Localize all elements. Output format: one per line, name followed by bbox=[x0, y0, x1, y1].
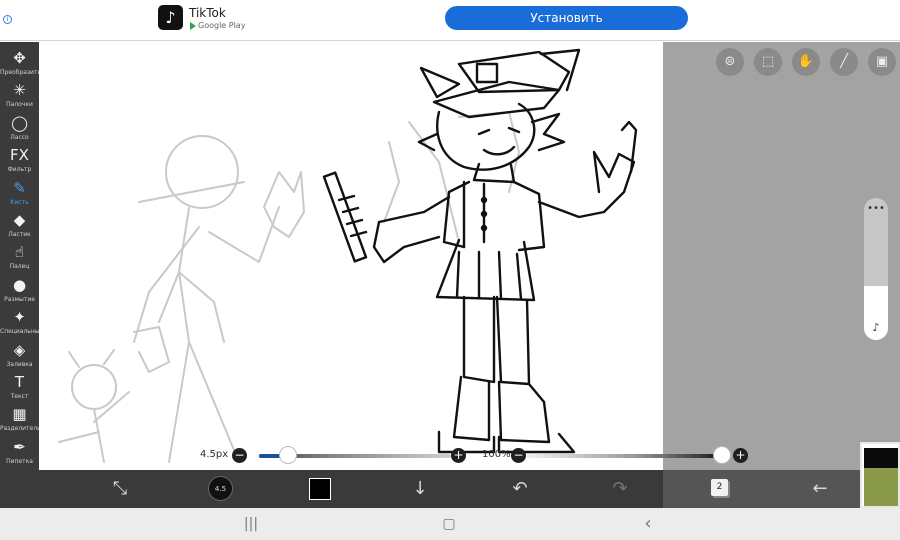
tool-lasso[interactable]: ◯ Лассо bbox=[0, 113, 39, 145]
tiktok-logo-icon[interactable]: ♪ bbox=[158, 5, 183, 30]
home-icon[interactable]: ▢ bbox=[439, 514, 459, 534]
opacity-plus-button[interactable]: + bbox=[733, 448, 748, 463]
blur-drop-icon: ● bbox=[12, 275, 27, 294]
tool-label: Текст bbox=[10, 393, 29, 400]
back-icon[interactable]: ‹ bbox=[638, 514, 658, 534]
system-nav-bar: ||| ▢ ‹ bbox=[0, 508, 900, 540]
tool-divider[interactable]: ▦ Разделитель bbox=[0, 404, 41, 436]
bucket-icon: ◈ bbox=[13, 340, 26, 359]
sketch-layer bbox=[58, 111, 520, 463]
color-swatch[interactable] bbox=[309, 478, 331, 500]
selection-icon[interactable]: ⬚ bbox=[754, 48, 782, 76]
divider-icon: ▦ bbox=[12, 405, 27, 424]
tool-sidebar: ✥ Преобразить ✳ Палочки ◯ Лассо FX Фильтр ✎ Кисть… bbox=[0, 42, 44, 508]
install-button[interactable]: Установить bbox=[445, 6, 688, 30]
tool-label: Пипетка bbox=[6, 457, 33, 465]
tool-magic-wand[interactable]: ✳ Палочки bbox=[0, 80, 39, 112]
tool-label: Преобразить bbox=[0, 69, 41, 76]
move-icon: ✥ bbox=[13, 49, 26, 67]
tool-label: Разделитель bbox=[0, 425, 41, 433]
tool-label: Специальный bbox=[0, 328, 44, 336]
drawing-app: ✥ Преобразить ✳ Палочки ◯ Лассо FX Фильтр ✎ Кисть… bbox=[0, 42, 900, 508]
thumbnail-dark-area bbox=[864, 448, 898, 468]
tool-label: Фильтр bbox=[7, 166, 32, 174]
tool-move[interactable]: ✥ Преобразить bbox=[0, 48, 41, 80]
tool-brush[interactable]: ✎ Кисть bbox=[0, 178, 39, 210]
image-icon[interactable]: ▣ bbox=[868, 48, 896, 76]
tool-label: Лассо bbox=[10, 133, 29, 141]
expand-icon[interactable]: ⤡ bbox=[106, 475, 134, 503]
tool-fx[interactable]: FX Фильтр bbox=[0, 145, 39, 177]
eyedropper-icon: ✒ bbox=[13, 437, 26, 456]
bottom-toolbar: ⤡ 4.5 ↓ ↶ ↷ 2 ← bbox=[0, 470, 900, 508]
eraser-icon: ◆ bbox=[13, 211, 26, 229]
brush-preview-button[interactable]: 4.5 bbox=[208, 476, 233, 501]
fx-icon: FX bbox=[10, 146, 29, 165]
special-icon: ✦ bbox=[13, 308, 26, 327]
opacity-slider-track[interactable] bbox=[526, 454, 722, 458]
tool-label: Кисть bbox=[10, 198, 29, 206]
tool-label: Заливка bbox=[6, 360, 33, 368]
layer-thumbnail[interactable] bbox=[860, 442, 900, 508]
ruler-icon[interactable]: ╱ bbox=[830, 48, 858, 76]
tool-eyedropper[interactable]: ✒ Пипетка bbox=[0, 437, 39, 469]
lasso-icon: ◯ bbox=[11, 113, 28, 132]
hand-icon[interactable]: ✋ bbox=[792, 48, 820, 76]
text-icon: T bbox=[14, 373, 25, 391]
side-zoom-slider[interactable]: ••• ♪ bbox=[864, 198, 888, 340]
tool-label: Палец bbox=[9, 263, 30, 271]
ad-app-name: TikTok bbox=[189, 6, 226, 20]
opacity-slider-thumb[interactable] bbox=[713, 446, 731, 464]
opacity-value: 100% bbox=[482, 449, 511, 460]
tool-blur-drop[interactable]: ● Размытие bbox=[0, 275, 39, 307]
info-icon[interactable]: i bbox=[3, 15, 12, 24]
size-plus-button[interactable]: + bbox=[451, 448, 466, 463]
redo-icon[interactable]: ↷ bbox=[606, 475, 634, 503]
brush-icon: ✎ bbox=[13, 178, 26, 197]
finger-icon: ☝ bbox=[14, 243, 25, 262]
tool-bucket[interactable]: ◈ Заливка bbox=[0, 340, 39, 372]
more-dots-icon[interactable]: ••• bbox=[864, 204, 888, 214]
ink-layer bbox=[322, 48, 638, 454]
size-minus-button[interactable]: − bbox=[232, 448, 247, 463]
artwork bbox=[58, 48, 638, 463]
undo-icon[interactable]: ↶ bbox=[506, 475, 534, 503]
tool-label: Палочки bbox=[6, 101, 33, 109]
tool-label: Ластик bbox=[8, 231, 31, 238]
thumbnail-green-area bbox=[864, 468, 898, 506]
tool-label: Размытие bbox=[4, 295, 35, 303]
ad-store-text: Google Play bbox=[198, 21, 246, 30]
size-slider-thumb[interactable] bbox=[278, 446, 297, 464]
ad-store-label: Google Play bbox=[190, 21, 245, 30]
ad-banner[interactable]: i ♪ TikTok Google Play Установить bbox=[0, 0, 900, 41]
arrow-left-icon[interactable]: ← bbox=[806, 475, 834, 503]
arrow-down-icon[interactable]: ↓ bbox=[406, 475, 434, 503]
magic-wand-icon: ✳ bbox=[13, 81, 26, 100]
toggle-icon[interactable]: ⊜ bbox=[716, 48, 744, 76]
tool-special[interactable]: ✦ Специальный bbox=[0, 307, 44, 339]
tool-finger[interactable]: ☝ Палец bbox=[0, 242, 39, 274]
tool-text[interactable]: T Текст bbox=[0, 372, 39, 404]
recent-apps-icon[interactable]: ||| bbox=[241, 514, 261, 534]
drawing-canvas[interactable] bbox=[39, 42, 663, 470]
layers-button[interactable]: 2 bbox=[711, 479, 728, 496]
opacity-minus-button[interactable]: − bbox=[511, 448, 526, 463]
music-note-icon: ♪ bbox=[872, 321, 880, 334]
tool-eraser[interactable]: ◆ Ластик bbox=[0, 210, 39, 242]
brush-size-value: 4.5px bbox=[200, 449, 229, 460]
google-play-icon bbox=[190, 21, 196, 30]
